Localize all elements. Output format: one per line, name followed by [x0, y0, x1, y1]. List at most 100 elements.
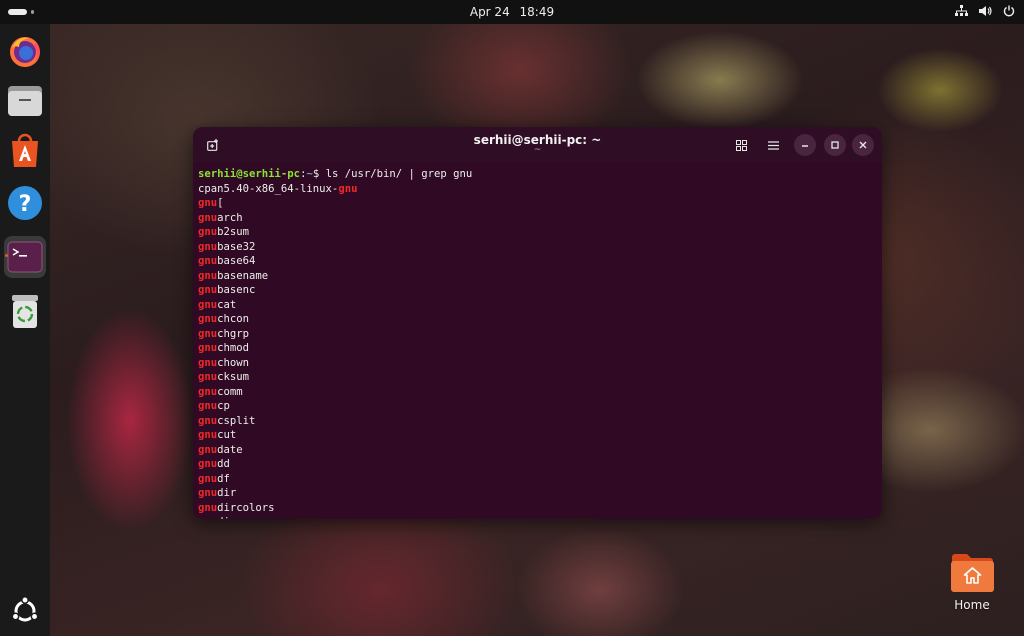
output-line: gnudir — [198, 486, 882, 501]
firefox-icon — [10, 37, 40, 67]
output-suffix: [ — [217, 197, 224, 209]
output-line: gnucut — [198, 428, 882, 443]
output-line: gnucsplit — [198, 414, 882, 429]
output-line: gnucat — [198, 298, 882, 313]
output-line: gnudirname — [198, 515, 882, 519]
clock-date: Apr 24 — [469, 5, 510, 19]
grep-match: gnu — [198, 226, 218, 238]
clock[interactable]: Apr 24 18:49 — [0, 5, 1024, 19]
help-icon: ? — [8, 186, 42, 220]
dock: ? — [0, 24, 50, 636]
dock-help[interactable]: ? — [4, 182, 46, 224]
output-suffix: chmod — [217, 342, 250, 354]
grep-match: gnu — [198, 385, 218, 398]
grep-match: gnu — [198, 443, 218, 456]
output-suffix: chcon — [217, 313, 250, 325]
trash-icon — [12, 295, 38, 328]
output-suffix: csplit — [217, 414, 256, 427]
output-line: gnuchmod — [198, 341, 882, 356]
output-line: cpan5.40-x86_64-linux-gnu — [198, 182, 882, 197]
output-line: gnubase32 — [198, 240, 882, 255]
output-suffix: base32 — [217, 240, 256, 253]
output-suffix: base64 — [217, 255, 256, 267]
prompt-symbol: $ — [312, 168, 326, 180]
maximize-button[interactable] — [824, 134, 846, 156]
grid-icon — [735, 139, 747, 151]
system-tray[interactable] — [954, 4, 1016, 18]
output-suffix: basenc — [217, 284, 256, 296]
output-line: gnuchgrp — [198, 327, 882, 342]
output-line: gnudate — [198, 443, 882, 458]
clock-time: 18:49 — [519, 5, 555, 19]
files-icon — [8, 86, 42, 116]
output-suffix: cut — [217, 429, 237, 441]
grep-match: gnu — [198, 371, 218, 383]
ubuntu-logo-icon — [11, 596, 39, 622]
grep-match: gnu — [198, 313, 218, 325]
output-suffix: chgrp — [217, 327, 250, 340]
output-line: gnucksum — [198, 370, 882, 385]
grep-match: gnu — [198, 472, 218, 485]
desktop-home-icon[interactable]: Home — [944, 551, 1000, 615]
output-suffix: cat — [217, 298, 237, 311]
dock-app-center[interactable] — [4, 130, 46, 172]
top-bar: Apr 24 18:49 — [0, 0, 1024, 24]
minimize-button[interactable] — [794, 134, 816, 156]
terminal-output[interactable]: serhii@serhii-pc:~$ ls /usr/bin/ | grep … — [193, 162, 882, 519]
output-line: gnucomm — [198, 385, 882, 400]
output-suffix: chown — [217, 356, 250, 369]
output-suffix: dd — [217, 458, 230, 470]
grep-match: gnu — [198, 284, 218, 296]
grep-match: gnu — [198, 211, 218, 224]
output-line: gnuarch — [198, 211, 882, 226]
grep-match: gnu — [198, 414, 218, 427]
output-suffix: dirname — [217, 516, 262, 519]
terminal-window[interactable]: serhii@serhii-pc: ~ ~ serhii@serhii-pc:~… — [193, 127, 882, 519]
output-line: gnubasenc — [198, 283, 882, 298]
output-suffix: cksum — [217, 371, 250, 383]
grep-match: gnu — [198, 429, 218, 441]
maximize-icon — [831, 141, 839, 149]
tab-overview-button[interactable] — [730, 134, 752, 156]
output-line: gnucp — [198, 399, 882, 414]
running-indicator — [5, 254, 8, 257]
home-folder-icon — [951, 554, 994, 592]
power-icon — [1002, 4, 1016, 18]
grep-match: gnu — [198, 342, 218, 354]
minimize-icon — [802, 145, 808, 147]
output-line: gnudf — [198, 472, 882, 487]
grep-match: gnu — [198, 356, 218, 369]
output-suffix: comm — [217, 385, 243, 398]
output-suffix: cp — [217, 400, 230, 412]
show-apps-button[interactable] — [4, 590, 46, 632]
dock-trash[interactable] — [4, 290, 46, 332]
dock-files[interactable] — [4, 80, 46, 122]
dock-firefox[interactable] — [4, 30, 46, 72]
grep-match: gnu — [198, 487, 218, 499]
grep-match: gnu — [198, 269, 218, 282]
menu-button[interactable] — [762, 134, 784, 156]
grep-match: gnu — [198, 197, 218, 209]
output-line: gnudd — [198, 457, 882, 472]
hamburger-icon — [767, 140, 779, 150]
command-text: ls /usr/bin/ | grep gnu — [325, 168, 473, 180]
output-suffix: arch — [217, 211, 243, 224]
terminal-headerbar[interactable]: serhii@serhii-pc: ~ ~ — [193, 127, 882, 162]
output-line: gnuchown — [198, 356, 882, 371]
grep-match: gnu — [198, 298, 218, 311]
output-suffix: dir — [217, 487, 237, 499]
close-button[interactable] — [852, 134, 874, 156]
dock-terminal[interactable] — [4, 236, 46, 278]
output-line: gnu[ — [198, 196, 882, 211]
app-center-icon — [12, 133, 38, 167]
volume-icon — [978, 4, 992, 18]
output-line: gnuchcon — [198, 312, 882, 327]
grep-match: gnu — [198, 240, 218, 253]
output-line: gnudircolors — [198, 501, 882, 516]
prompt-user: serhii@serhii-pc — [198, 168, 301, 180]
output-line: gnubase64 — [198, 254, 882, 269]
command-line: serhii@serhii-pc:~$ ls /usr/bin/ | grep … — [198, 167, 882, 182]
grep-match: gnu — [198, 516, 217, 519]
output-suffix: dircolors — [217, 501, 275, 514]
grep-match: gnu — [198, 501, 218, 514]
